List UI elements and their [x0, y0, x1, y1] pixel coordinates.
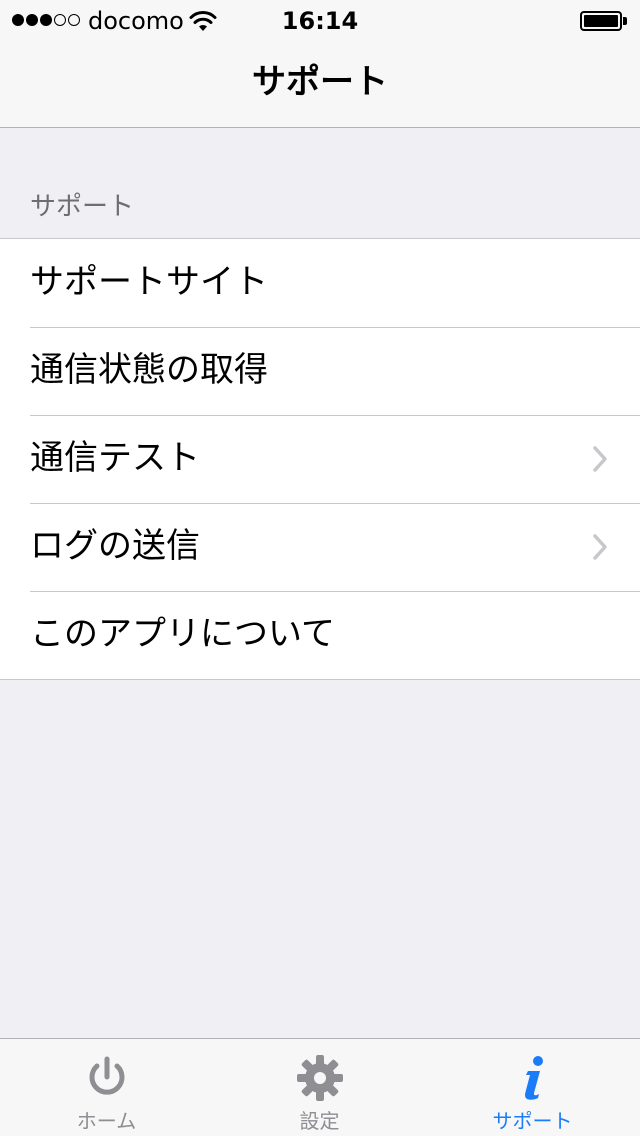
row-label: サポートサイト: [30, 262, 268, 302]
row-about-app[interactable]: このアプリについて: [0, 591, 640, 679]
row-send-log[interactable]: ログの送信: [0, 503, 640, 591]
tab-home[interactable]: ホーム: [0, 1039, 213, 1136]
info-icon: [426, 1053, 639, 1103]
screen: docomo 16:14 サポート サポート サポートサイト 通信状態の取得 通…: [0, 0, 640, 1136]
tab-label: ホーム: [76, 1109, 137, 1133]
tab-settings[interactable]: 設定: [213, 1039, 426, 1136]
row-get-connection-status[interactable]: 通信状態の取得: [0, 327, 640, 415]
navigation-bar: サポート: [0, 40, 640, 128]
row-label: このアプリについて: [30, 614, 335, 654]
row-label: 通信テスト: [30, 438, 200, 478]
status-bar: docomo 16:14: [0, 0, 640, 40]
chevron-right-icon: [590, 533, 610, 561]
section-header: サポート: [30, 192, 135, 222]
row-label: 通信状態の取得: [30, 350, 268, 390]
row-label: ログの送信: [30, 526, 200, 566]
power-icon: [0, 1053, 213, 1103]
row-connection-test[interactable]: 通信テスト: [0, 415, 640, 503]
tab-label: 設定: [299, 1109, 340, 1133]
page-title: サポート: [252, 62, 388, 102]
tab-label: サポート: [492, 1109, 573, 1133]
gear-icon: [213, 1053, 426, 1103]
battery-icon: [580, 11, 622, 31]
status-time: 16:14: [281, 7, 359, 35]
row-support-site[interactable]: サポートサイト: [0, 239, 640, 327]
chevron-right-icon: [590, 445, 610, 473]
tab-support[interactable]: サポート: [426, 1039, 639, 1136]
support-table: サポートサイト 通信状態の取得 通信テスト ログの送信 このアプリについて: [0, 238, 640, 680]
tab-bar: ホーム 設定 サポート: [0, 1038, 640, 1136]
